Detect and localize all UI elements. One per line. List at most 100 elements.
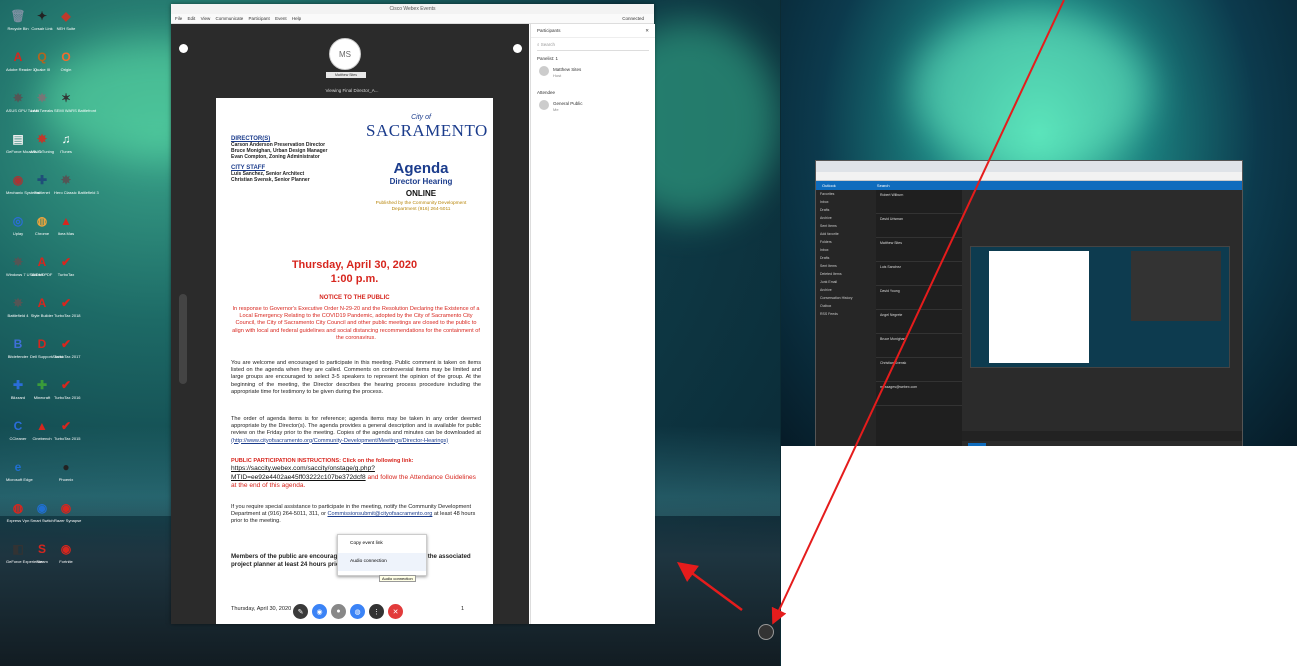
menu-help[interactable]: Help	[292, 16, 301, 21]
folder-item[interactable]: Archive	[816, 214, 876, 222]
folder-item[interactable]: Conversation History	[816, 294, 876, 302]
desktop-icon[interactable]: ✚ Minecraft	[30, 375, 54, 400]
message-item[interactable]: David Young	[876, 286, 962, 310]
folder-item[interactable]: Favorites	[816, 190, 876, 198]
audio-connection-item[interactable]: Audio connection	[338, 553, 426, 571]
desktop-icon[interactable]: ✶ SEMI WARS Battlefront	[54, 88, 96, 113]
desktop-icon[interactable]: ◍ Chrome	[30, 211, 54, 236]
outlook-search[interactable]: Search	[877, 183, 890, 188]
webex-link[interactable]: https://saccity.webex.com/saccity/onstag…	[231, 465, 375, 480]
desktop-icon[interactable]: ◧ GeForce Experience	[6, 539, 43, 564]
mute-icon[interactable]: ✎	[293, 604, 308, 619]
collapse-icon[interactable]	[513, 44, 522, 53]
webex-window[interactable]: Cisco Webex Events File Edit View Commun…	[171, 4, 655, 624]
leave-icon[interactable]: ✕	[388, 604, 403, 619]
folder-item[interactable]: Drafts	[816, 254, 876, 262]
close-icon[interactable]: ✕	[645, 28, 649, 34]
desktop-icon[interactable]: ✸ LAN Tweaks	[30, 88, 54, 113]
message-item[interactable]: Christian Svensk	[876, 358, 962, 382]
desktop-icon[interactable]: ✸ ASUS Tuning	[30, 129, 54, 154]
desktop-icon[interactable]: ◉ Mechanic Systems	[6, 170, 40, 195]
folder-item[interactable]: RSS Feeds	[816, 310, 876, 318]
more-icon[interactable]: ⋮	[369, 604, 384, 619]
attendee-group[interactable]: Attendee	[537, 90, 555, 95]
desktop-icon[interactable]: ✸ Hero Classic Battlefield 3	[54, 170, 99, 195]
desktop-icon[interactable]: C CCleaner	[6, 416, 30, 441]
desktop-icon[interactable]: ✸ Windows 7 USB/DVD	[6, 252, 44, 277]
desktop-icon[interactable]: e Microsoft Edge	[6, 457, 33, 482]
panelist-group[interactable]: Panelist: 1	[537, 56, 558, 61]
copy-link-item[interactable]: Copy event link	[338, 535, 426, 553]
menu-edit[interactable]: Edit	[188, 16, 196, 21]
desktop-icon[interactable]: ✔ TurboTax 2015	[54, 416, 81, 441]
window-titlebar[interactable]: Cisco Webex Events	[171, 4, 654, 14]
desktop-icon[interactable]: 🗑 Recycle Bin	[6, 6, 30, 31]
desktop-icon[interactable]: ◉ Smart Switch	[30, 498, 54, 523]
folder-item[interactable]: Outbox	[816, 302, 876, 310]
menu-file[interactable]: File	[175, 16, 182, 21]
desktop-icon[interactable]: B Bitdefender	[6, 334, 30, 359]
desktop-icon[interactable]: O Origin	[54, 47, 78, 72]
message-item[interactable]: Matthew Sites	[876, 238, 962, 262]
folder-item[interactable]: Inbox	[816, 246, 876, 254]
desktop-icon[interactable]: A Style Builder	[30, 293, 54, 318]
desktop-icon[interactable]: ✔ TurboTax	[54, 252, 78, 277]
send-button[interactable]	[968, 443, 986, 446]
desktop-icon[interactable]: ◉ Fortnite	[54, 539, 78, 564]
desktop-icon[interactable]: D Dell SupportAssist	[30, 334, 63, 359]
desktop-icon[interactable]: ✔ TurboTax 2017	[54, 334, 81, 359]
browser-tabs[interactable]	[816, 161, 1242, 172]
menu-view[interactable]: View	[201, 16, 211, 21]
desktop-icon[interactable]: ✚ Battlenet	[30, 170, 54, 195]
message-item[interactable]: messages@webex.com	[876, 382, 962, 406]
desktop-icon[interactable]: A Adobe Reader XI	[6, 47, 37, 72]
desktop-icon[interactable]: ◍ Express Vpn	[6, 498, 30, 523]
menu-participant[interactable]: Participant	[249, 16, 270, 21]
folder-item[interactable]: Sent Items	[816, 262, 876, 270]
desktop-icon[interactable]: ▲ Ikea Mas	[54, 211, 78, 236]
address-bar[interactable]	[816, 172, 1242, 181]
desktop-icon[interactable]: S Steam	[30, 539, 54, 564]
outlook-browser-window[interactable]: Outlook Search Favorites Inbox Drafts Archi…	[815, 160, 1243, 446]
email-link[interactable]: Commissionsubmit@cityofsacramento.org	[328, 511, 433, 517]
desktop-icon[interactable]: ◉ Razer Synapse	[54, 498, 81, 523]
folder-item[interactable]: Inbox	[816, 198, 876, 206]
desktop-icon[interactable]: ✚ Blizzard	[6, 375, 30, 400]
message-item[interactable]: Angel Negrete	[876, 310, 962, 334]
desktop-icon[interactable]: ✸ ASUS GPU Tweak	[6, 88, 39, 113]
folder-item[interactable]: Archive	[816, 286, 876, 294]
desktop-icon[interactable]: Q Quake III	[30, 47, 54, 72]
desktop-icon[interactable]: ✦ Corsair Link	[30, 6, 54, 31]
hearings-link[interactable]: (http://www.cityofsacramento.org/Communi…	[231, 438, 448, 444]
participant-search-input[interactable]: ⌕ Search	[537, 42, 649, 51]
folder-item[interactable]: Junk Email	[816, 278, 876, 286]
desktop-icon[interactable]: ◆ NEH Suite	[54, 6, 78, 31]
desktop-icon[interactable]: ▤ GeForce Mozarts Gr.	[6, 129, 43, 154]
message-item[interactable]: Luis Sanchez	[876, 262, 962, 286]
desktop-icon[interactable]: ✔ TurboTax 2016	[54, 375, 81, 400]
folder-item[interactable]: Drafts	[816, 206, 876, 214]
desktop-icon[interactable]: ▲ Cinebench	[30, 416, 54, 441]
zoom-toolbar[interactable]	[179, 294, 187, 384]
message-item[interactable]: David Urisman	[876, 214, 962, 238]
message-item[interactable]: Robert Wilburn	[876, 190, 962, 214]
folder-item[interactable]: Folders	[816, 238, 876, 246]
format-toolbar[interactable]	[962, 431, 1242, 441]
menu-communicate[interactable]: Communicate	[216, 16, 244, 21]
desktop-icon[interactable]: A Adobe PDF	[30, 252, 54, 277]
participants-icon[interactable]: ◍	[350, 604, 365, 619]
share-icon[interactable]: ◉	[312, 604, 327, 619]
viewing-dropdown[interactable]: Viewing Final Director_A...	[299, 86, 405, 95]
desktop-icon[interactable]: ♫ iTunes	[54, 129, 78, 154]
taskbar-button[interactable]	[758, 624, 774, 640]
chat-icon[interactable]: ●	[331, 604, 346, 619]
menu-event[interactable]: Event	[275, 16, 287, 21]
desktop-icon[interactable]: ✸ Battlefield 4	[6, 293, 30, 318]
message-item[interactable]: Bruce Monighan	[876, 334, 962, 358]
folder-item[interactable]: Deleted Items	[816, 270, 876, 278]
folder-item[interactable]: Sent Items	[816, 222, 876, 230]
settings-icon[interactable]	[179, 44, 188, 53]
desktop-icon[interactable]: ◎ Uplay	[6, 211, 30, 236]
folder-item[interactable]: Add favorite	[816, 230, 876, 238]
desktop-icon[interactable]: ✔ TurboTax 2018	[54, 293, 81, 318]
